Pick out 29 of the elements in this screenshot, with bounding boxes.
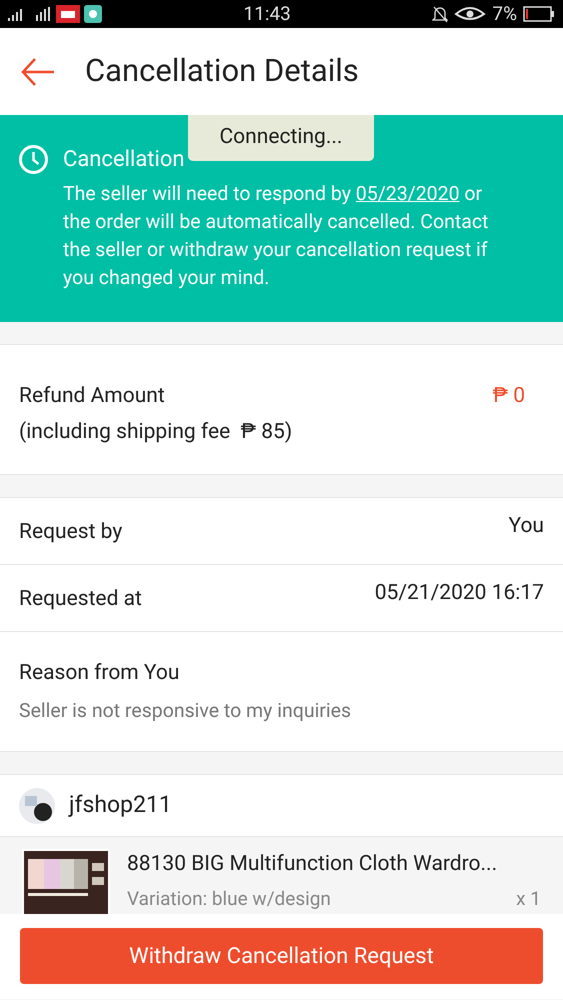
product-quantity: x 1 <box>516 886 541 912</box>
product-variation: Variation: blue w/design <box>127 886 331 912</box>
refund-amount: ₱ 0 <box>492 383 525 410</box>
shipping-fee-note: (including shipping fee ₱ 85) <box>19 418 294 446</box>
shop-name[interactable]: jfshop211 <box>69 788 172 823</box>
refund-label: Refund Amount <box>19 383 165 410</box>
date-link[interactable]: 05/23/2020 <box>356 182 460 205</box>
product-name: 88130 BIG Multifunction Cloth Wardro... <box>127 851 498 878</box>
connecting-toast: Connecting... <box>188 115 374 161</box>
withdraw-button[interactable]: Withdraw Cancellation Request <box>20 928 543 984</box>
battery-icon <box>523 6 555 22</box>
reason-text: Seller is not responsive to my inquiries <box>19 698 352 724</box>
shop-avatar <box>19 788 55 824</box>
detail-label: Requested at <box>19 586 142 614</box>
eye-icon <box>454 6 486 22</box>
bell-off-icon <box>432 5 448 23</box>
clock-icon <box>18 144 49 175</box>
battery-percent: 7% <box>492 0 517 27</box>
banner-message: The seller will need to respond by 05/23/2020 or the order will be automatically cancelled. Contact the seller or withdraw your cancellation request if you changed your mind. <box>63 181 490 291</box>
detail-value: 05/21/2020 16:17 <box>374 580 544 608</box>
tv-app-icon <box>56 5 80 23</box>
back-arrow-icon[interactable] <box>20 56 56 86</box>
detail-value: You <box>508 513 544 540</box>
banner-title: Cancellation <box>63 146 185 174</box>
page-title: Cancellation Details <box>85 51 359 92</box>
reason-label: Reason from You <box>19 660 180 687</box>
clock-time: 11:43 <box>244 0 291 27</box>
detail-label: Request by <box>19 519 122 546</box>
app-icon <box>84 5 102 23</box>
